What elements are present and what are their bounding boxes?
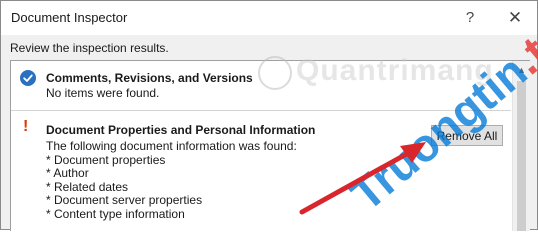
red-arrow-annotation-icon [299,142,426,215]
